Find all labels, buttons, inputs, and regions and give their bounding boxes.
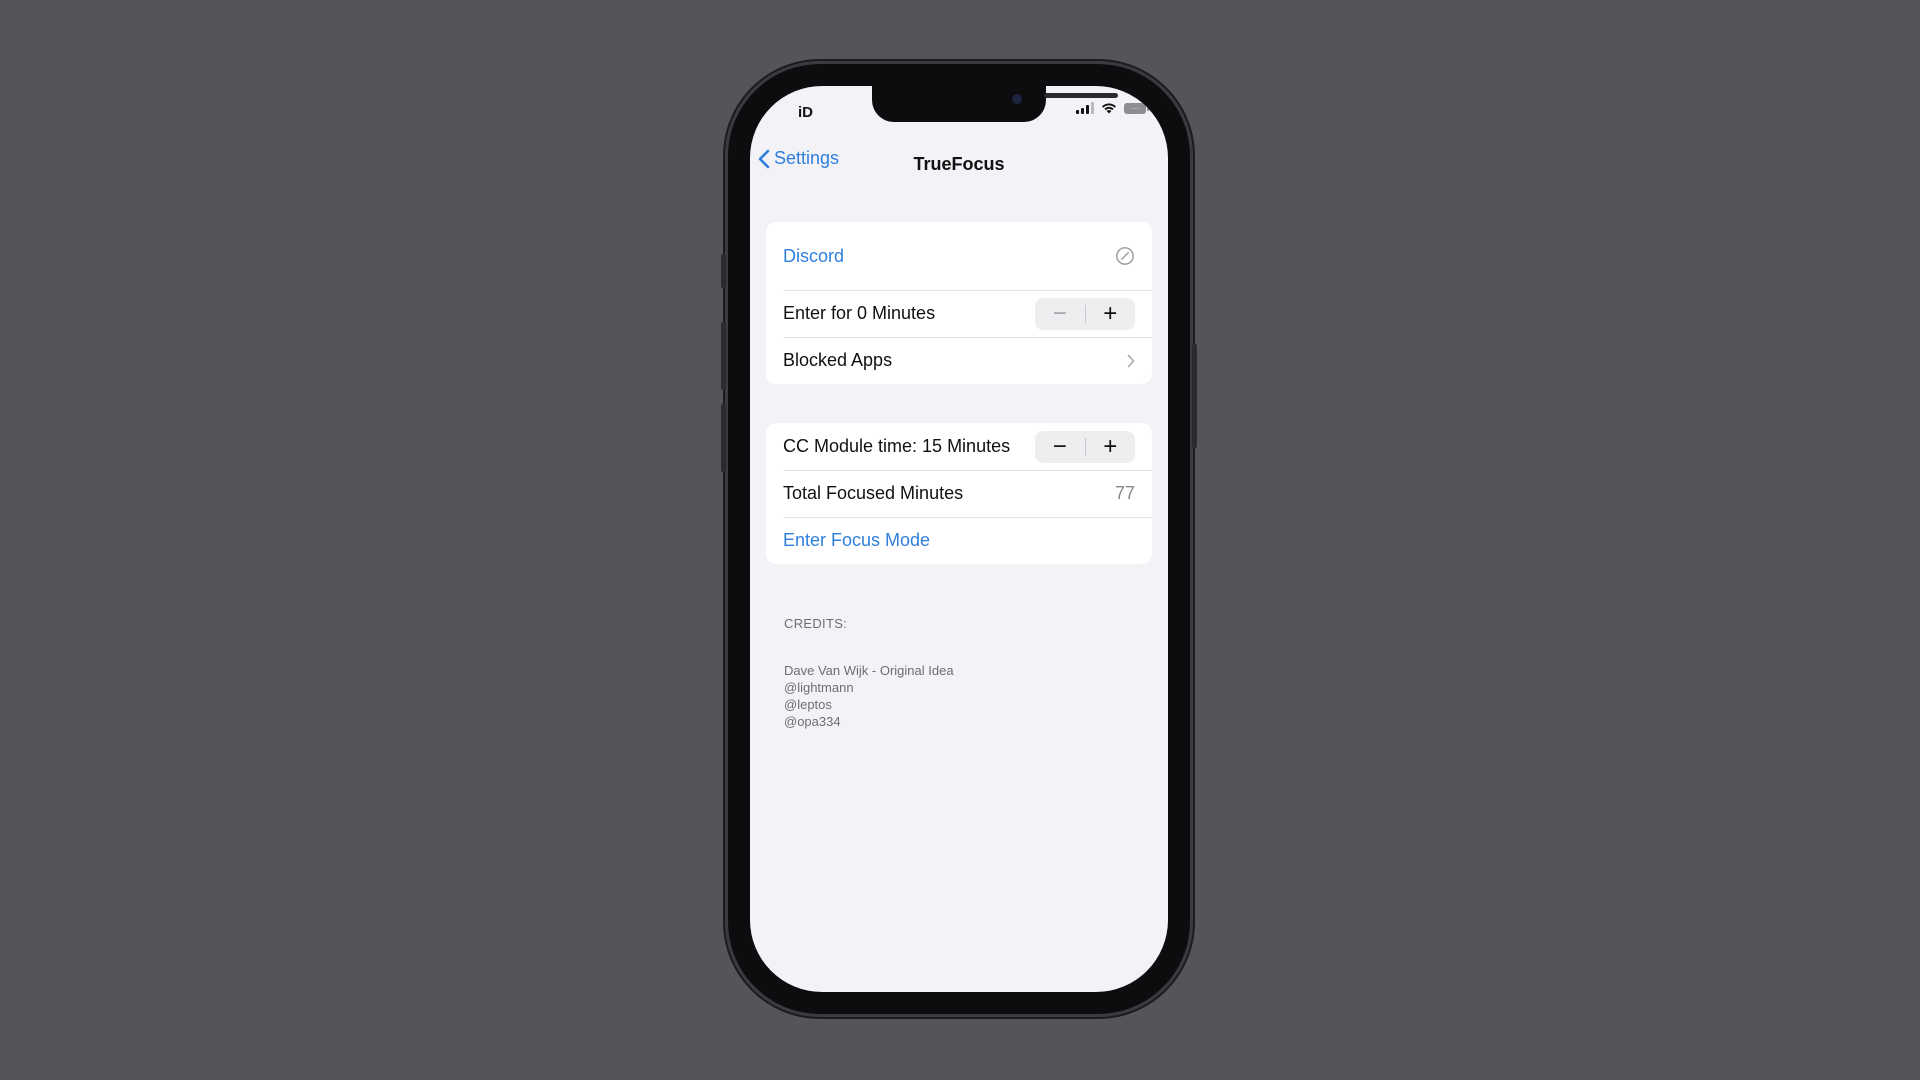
credits-line: @leptos xyxy=(784,697,832,712)
carrier-label: iD xyxy=(798,104,813,121)
battery-icon: ··· xyxy=(1124,102,1149,114)
screen: iD ··· Settings TrueFocus Discord Enter … xyxy=(750,86,1168,992)
credits-line: Dave Van Wijk - Original Idea xyxy=(784,663,954,678)
total-focused-row: Total Focused Minutes 77 xyxy=(766,470,1152,517)
total-focused-label: Total Focused Minutes xyxy=(783,483,964,503)
cc-module-increment-button[interactable]: + xyxy=(1086,431,1136,463)
settings-group-2: CC Module time: 15 Minutes − + Total Foc… xyxy=(766,423,1152,564)
enter-minutes-label: Enter for 0 Minutes xyxy=(783,303,936,323)
cc-module-label: CC Module time: 15 Minutes xyxy=(783,436,1011,456)
credits-list: Dave Van Wijk - Original Idea @lightmann… xyxy=(784,662,954,730)
home-indicator xyxy=(892,978,1026,983)
enter-minutes-decrement-button[interactable]: − xyxy=(1035,298,1085,330)
blocked-apps-label: Blocked Apps xyxy=(783,350,893,370)
volume-down-button xyxy=(721,404,726,472)
signal-icon xyxy=(1076,102,1094,114)
total-focused-value: 77 xyxy=(1114,483,1135,503)
speaker-grille xyxy=(1044,93,1118,98)
power-button xyxy=(1192,344,1197,448)
discord-row[interactable]: Discord xyxy=(766,222,1152,290)
chevron-right-icon xyxy=(1127,354,1135,367)
notch xyxy=(872,86,1118,122)
settings-group-1: Discord Enter for 0 Minutes − + Blocked … xyxy=(766,222,1152,384)
enter-focus-row[interactable]: Enter Focus Mode xyxy=(766,517,1152,564)
credits-line: @lightmann xyxy=(784,680,854,695)
discord-link[interactable]: Discord xyxy=(783,246,1115,267)
volume-up-button xyxy=(721,322,726,390)
status-indicators: ··· xyxy=(1076,102,1149,114)
cc-module-row: CC Module time: 15 Minutes − + xyxy=(766,423,1152,470)
enter-minutes-row: Enter for 0 Minutes − + xyxy=(766,290,1152,337)
compass-icon xyxy=(1116,247,1134,265)
enter-minutes-stepper: − + xyxy=(1035,297,1136,330)
blocked-apps-row[interactable]: Blocked Apps xyxy=(766,337,1152,384)
credits-header: CREDITS: xyxy=(784,616,848,631)
front-camera xyxy=(1012,94,1022,104)
enter-focus-mode-button[interactable]: Enter Focus Mode xyxy=(783,530,1135,551)
page-title: TrueFocus xyxy=(913,154,1005,174)
enter-minutes-increment-button[interactable]: + xyxy=(1086,298,1136,330)
mute-switch xyxy=(721,254,726,288)
cc-module-stepper: − + xyxy=(1035,430,1136,463)
navigation-bar: Settings TrueFocus xyxy=(750,148,1168,184)
cc-module-decrement-button[interactable]: − xyxy=(1035,431,1085,463)
phone-frame: iD ··· Settings TrueFocus Discord Enter … xyxy=(721,64,1197,1014)
credits-line: @opa334 xyxy=(784,714,841,729)
wifi-icon xyxy=(1102,103,1116,114)
